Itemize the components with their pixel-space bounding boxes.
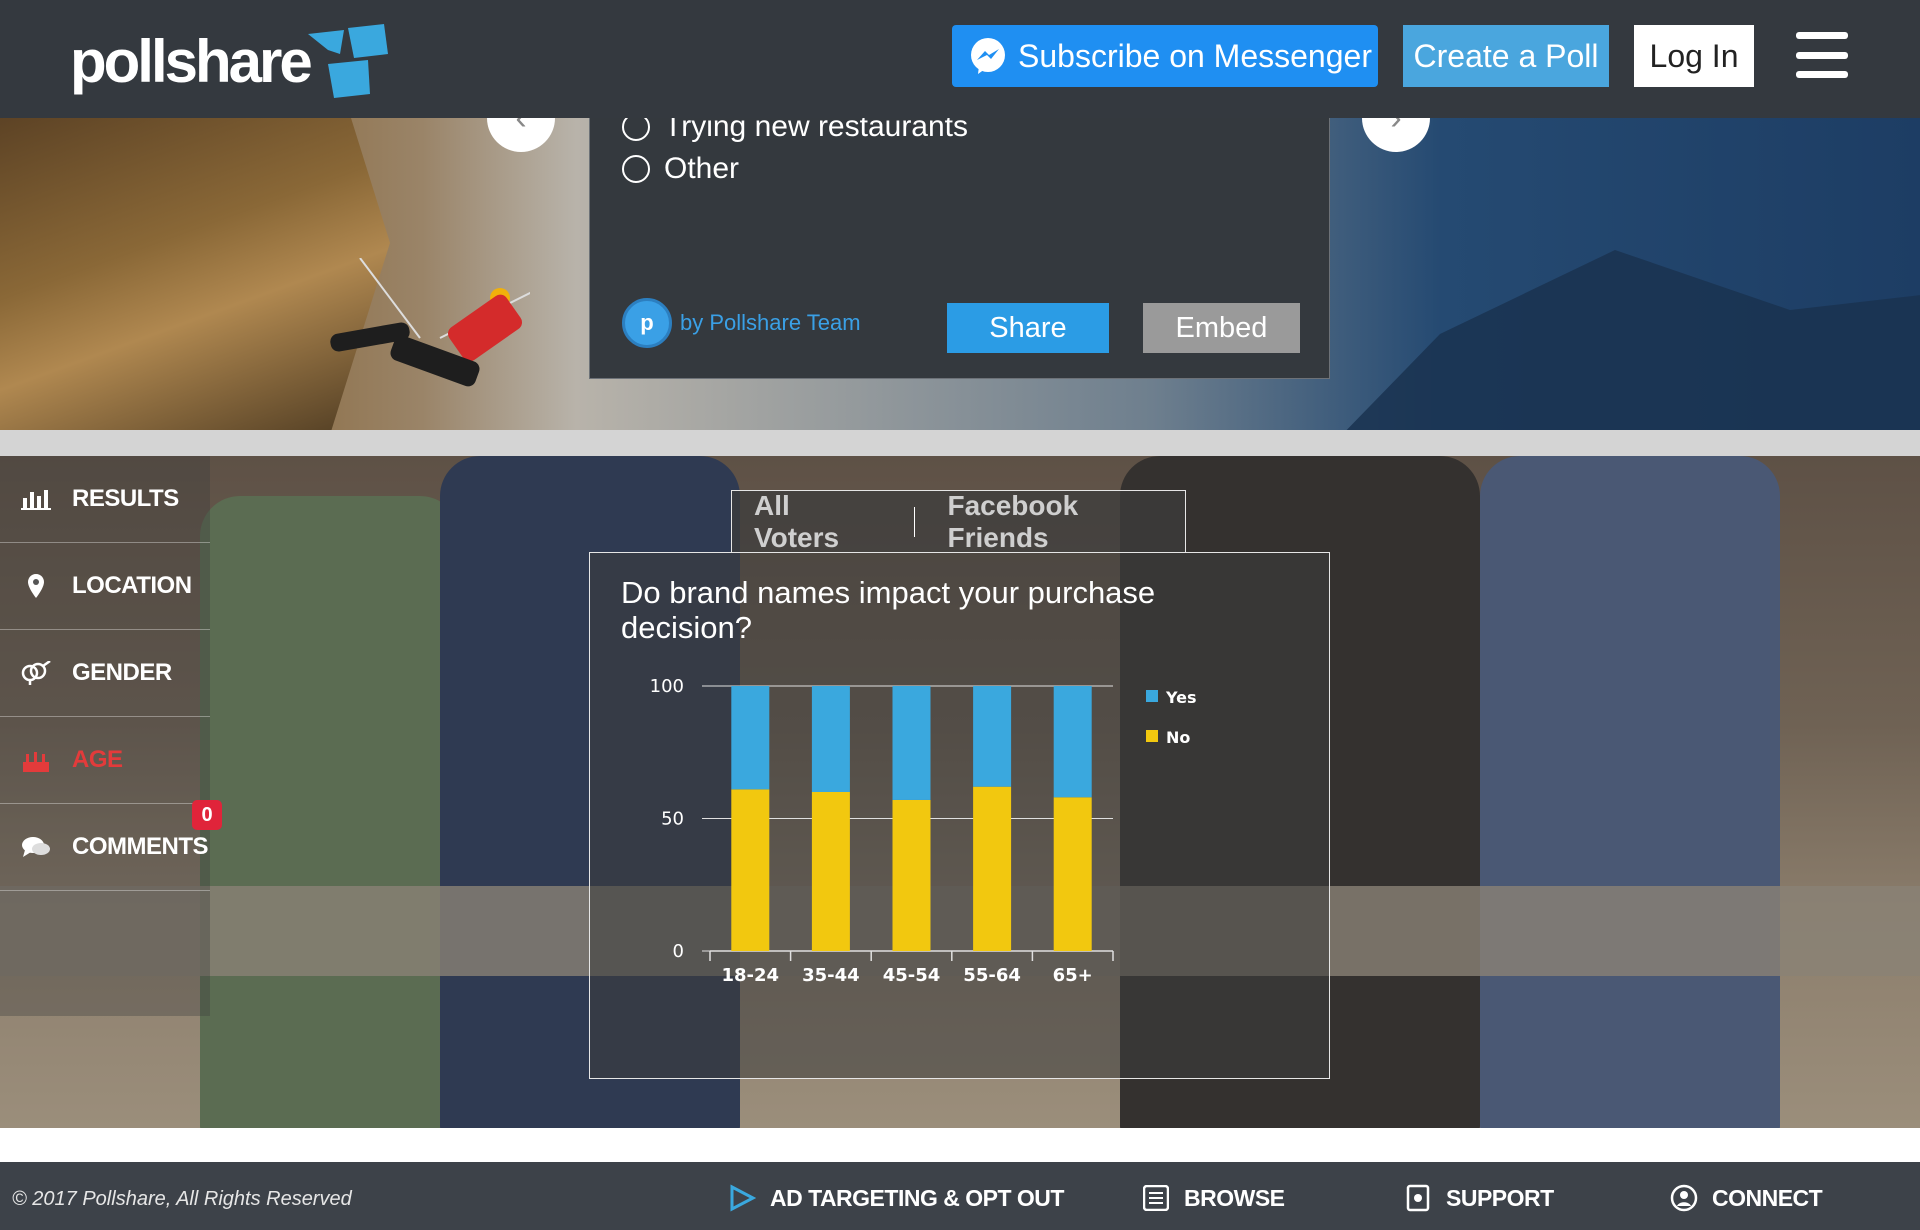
sidebar-item-gender[interactable]: GENDER <box>0 630 210 717</box>
tab-facebook-friends[interactable]: Facebook Friends <box>947 490 1185 554</box>
results-section: RESULTS LOCATION GENDER AGE COMMENTS 0 A… <box>0 456 1920 1128</box>
gender-icon <box>20 661 52 685</box>
comments-count-badge: 0 <box>192 800 222 830</box>
bar-segment-no <box>811 792 850 951</box>
subscribe-messenger-button[interactable]: Subscribe on Messenger <box>952 25 1378 87</box>
menu-icon[interactable] <box>1796 32 1848 78</box>
avatar: p <box>622 298 672 348</box>
footer-link-ad-targeting[interactable]: AD TARGETING & OPT OUT <box>728 1184 1064 1212</box>
legend-label: No <box>1166 728 1190 747</box>
site-footer: © 2017 Pollshare, All Rights Reserved AD… <box>0 1162 1920 1230</box>
x-tick-label: 35-44 <box>802 965 860 986</box>
play-triangle-icon <box>728 1184 756 1212</box>
comments-icon <box>20 835 52 859</box>
legend-label: Yes <box>1165 688 1197 707</box>
messenger-icon <box>971 38 1005 74</box>
bar-segment-no <box>1053 797 1092 951</box>
bar-segment-yes <box>731 686 770 790</box>
sidebar-item-label: COMMENTS <box>72 833 209 860</box>
bar-segment-yes <box>811 686 850 792</box>
sidebar-item-label: LOCATION <box>72 572 192 599</box>
footer-link-connect[interactable]: CONNECT <box>1670 1184 1823 1212</box>
y-tick-label: 50 <box>661 809 684 830</box>
section-divider <box>0 430 1920 456</box>
pollshare-logo[interactable]: pollshare <box>70 22 388 100</box>
tab-all-voters[interactable]: All Voters <box>754 490 882 554</box>
sidebar-item-label: RESULTS <box>72 485 179 512</box>
bar-segment-yes <box>892 686 931 800</box>
embed-button[interactable]: Embed <box>1143 303 1300 353</box>
subscribe-messenger-label: Subscribe on Messenger <box>1018 37 1372 74</box>
footer-link-label: CONNECT <box>1712 1184 1823 1211</box>
prev-poll-button[interactable]: ‹ <box>487 118 555 152</box>
sidebar-item-label: AGE <box>72 746 123 773</box>
climber-image <box>330 258 530 387</box>
x-tick-label: 18-24 <box>722 965 780 986</box>
list-icon <box>1142 1184 1170 1212</box>
radio-icon[interactable] <box>622 155 650 183</box>
mountain-image <box>1300 250 1920 430</box>
voter-filter-tabs: All Voters Facebook Friends <box>731 490 1186 554</box>
next-poll-button[interactable]: › <box>1362 118 1430 152</box>
results-chart-card: Do brand names impact your purchase deci… <box>589 552 1330 1079</box>
x-tick-label: 55-64 <box>963 965 1021 986</box>
legend-swatch <box>1146 690 1158 702</box>
background-person-image <box>200 496 460 1128</box>
footer-link-label: BROWSE <box>1184 1184 1285 1211</box>
bar-segment-no <box>731 789 770 951</box>
connect-icon <box>1670 1184 1698 1212</box>
footer-link-support[interactable]: SUPPORT <box>1404 1184 1554 1212</box>
legend-swatch <box>1146 730 1158 742</box>
sidebar-item-age[interactable]: AGE <box>0 717 210 804</box>
bar-segment-no <box>892 799 931 951</box>
bar-segment-no <box>973 786 1012 951</box>
poll-author[interactable]: p by Pollshare Team <box>622 298 861 348</box>
logo-mark-icon <box>308 24 388 98</box>
support-icon <box>1404 1184 1432 1212</box>
age-results-chart: 0 50 100 18-24 35-44 45-54 55-64 65+ Yes No <box>650 676 1197 986</box>
sidebar-item-results[interactable]: RESULTS <box>0 456 210 543</box>
sidebar-item-label: GENDER <box>72 659 172 686</box>
share-button[interactable]: Share <box>947 303 1109 353</box>
login-button[interactable]: Log In <box>1634 25 1754 87</box>
bar-segment-yes <box>1053 686 1092 798</box>
map-pin-icon <box>20 574 52 598</box>
poll-option-label: Other <box>664 152 740 185</box>
y-tick-label: 0 <box>673 941 684 962</box>
x-tick-label: 65+ <box>1053 965 1093 986</box>
poll-card: Trying new restaurants Other p by Pollsh… <box>589 110 1330 379</box>
logo-text: pollshare <box>70 27 313 95</box>
create-poll-button[interactable]: Create a Poll <box>1403 25 1609 87</box>
x-tick-label: 45-54 <box>883 965 941 986</box>
age-icon <box>20 748 52 772</box>
bar-chart-icon <box>20 487 52 511</box>
top-header: pollshare Subscribe on Messenger Create … <box>0 0 1920 118</box>
bar-segment-yes <box>973 686 1012 787</box>
sidebar-item-comments[interactable]: COMMENTS <box>0 804 210 891</box>
footer-link-label: AD TARGETING & OPT OUT <box>770 1184 1064 1211</box>
footer-link-browse[interactable]: BROWSE <box>1142 1184 1285 1212</box>
results-sidebar: RESULTS LOCATION GENDER AGE COMMENTS 0 <box>0 456 222 1016</box>
tab-divider <box>913 506 916 537</box>
background-person-image <box>1480 456 1780 1128</box>
y-tick-label: 100 <box>650 676 684 697</box>
poll-option[interactable]: Other <box>622 152 739 186</box>
footer-spacer <box>0 1128 1920 1162</box>
copyright-text: © 2017 Pollshare, All Rights Reserved <box>12 1188 352 1210</box>
author-label: by Pollshare Team <box>680 310 861 335</box>
footer-link-label: SUPPORT <box>1446 1184 1554 1211</box>
sidebar-item-location[interactable]: LOCATION <box>0 543 210 630</box>
